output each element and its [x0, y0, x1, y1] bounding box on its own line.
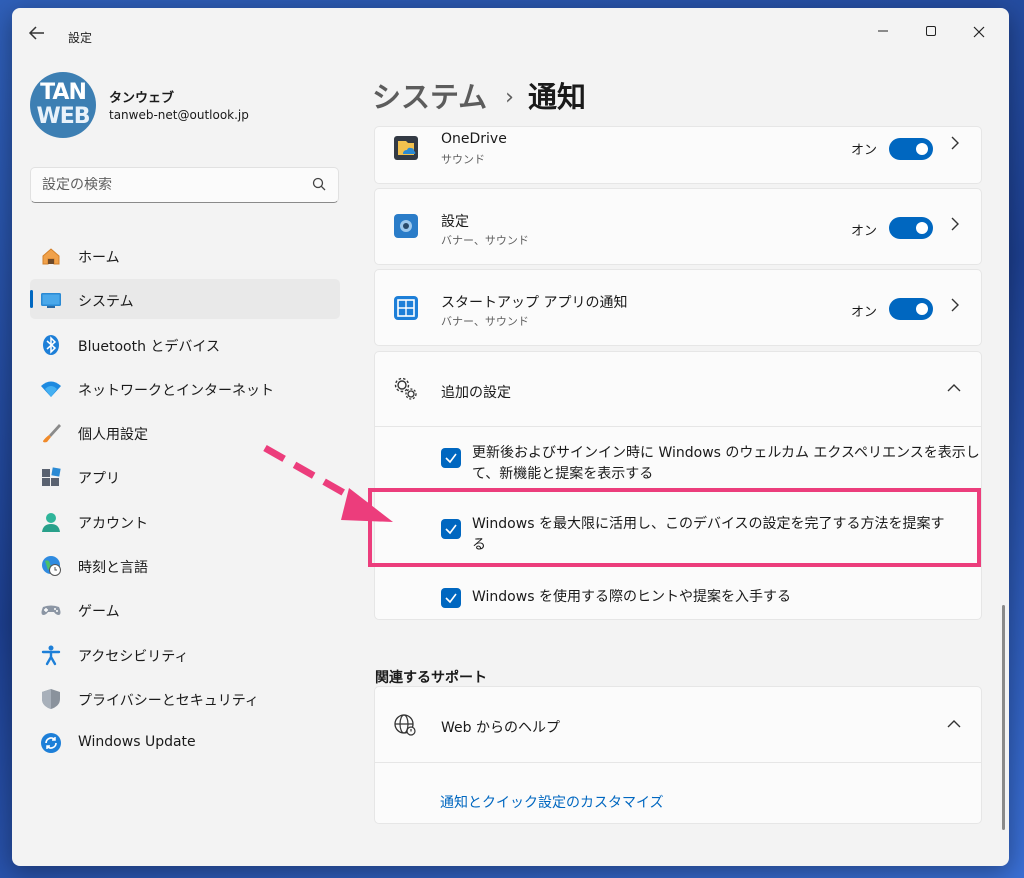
user-name: タンウェブ — [109, 91, 175, 106]
startup-apps-icon — [393, 295, 419, 321]
app-name: スタートアップ アプリの通知 — [441, 295, 628, 311]
tips-suggestions-checkbox[interactable] — [441, 588, 461, 608]
page-title: 通知 — [527, 80, 586, 114]
minimize-button[interactable] — [860, 16, 906, 50]
chevron-up-icon[interactable] — [947, 378, 961, 397]
toggle-state-label: オン — [851, 224, 878, 239]
system-icon — [40, 289, 62, 311]
brush-icon — [40, 422, 62, 444]
highlight-box — [368, 488, 981, 567]
startup-apps-toggle[interactable] — [889, 298, 933, 320]
checkbox-label: 更新後およびサインイン時に Windows のウェルカム エクスペリエンスを表示… — [472, 443, 980, 485]
chevron-right-icon[interactable] — [950, 297, 960, 316]
checkbox-label-line: て、新機能と提案を表示する — [472, 466, 654, 482]
chevron-up-icon[interactable] — [947, 714, 961, 733]
dashed-arrow-icon — [263, 444, 393, 522]
sidebar-item-label: Windows Update — [78, 734, 196, 751]
search-box[interactable] — [30, 167, 339, 203]
customize-notifications-link[interactable]: 通知とクイック設定のカスタマイズ — [440, 792, 664, 812]
sidebar-item-gaming[interactable]: ゲーム — [30, 589, 340, 629]
avatar-logo-line1: TAN — [40, 80, 87, 105]
breadcrumb-separator: › — [505, 85, 514, 110]
sidebar-item-label: 時刻と言語 — [78, 560, 148, 577]
checkbox-label-line: 更新後およびサインイン時に Windows のウェルカム エクスペリエンスを表示… — [472, 445, 980, 461]
sidebar-item-windows-update[interactable]: Windows Update — [30, 722, 340, 762]
app-notification-type: サウンド — [441, 153, 485, 166]
sidebar-item-label: システム — [78, 294, 134, 311]
sidebar-item-label: アカウント — [78, 515, 148, 532]
web-help-header[interactable]: Web からのヘルプ — [375, 687, 981, 763]
sidebar-item-label: アプリ — [78, 471, 120, 488]
app-notification-type: バナー、サウンド — [441, 234, 529, 247]
scrollbar[interactable] — [1002, 605, 1005, 830]
settings-gear-icon — [393, 213, 419, 239]
title-bar: 設定 — [12, 8, 1009, 48]
sidebar-item-time-language[interactable]: 時刻と言語 — [30, 545, 340, 585]
breadcrumb: システム › 通知 — [372, 74, 586, 116]
avatar-logo-line2: WEB — [36, 104, 90, 129]
app-title: 設定 — [68, 31, 93, 45]
welcome-experience-checkbox[interactable] — [441, 448, 461, 468]
web-help-title: Web からのヘルプ — [441, 720, 560, 736]
home-icon — [40, 245, 62, 267]
onedrive-icon — [393, 135, 419, 161]
breadcrumb-parent[interactable]: システム — [372, 80, 487, 114]
onedrive-toggle[interactable] — [889, 138, 933, 160]
sidebar-item-system[interactable]: システム — [30, 279, 340, 320]
sidebar-item-privacy[interactable]: プライバシーとセキュリティ — [30, 678, 340, 718]
additional-settings-header[interactable]: 追加の設定 — [375, 352, 981, 427]
back-arrow-icon[interactable] — [28, 25, 50, 45]
accessibility-icon — [40, 644, 62, 666]
sidebar-item-label: ホーム — [78, 250, 120, 266]
gamepad-icon — [40, 599, 62, 621]
chevron-right-icon[interactable] — [950, 216, 960, 235]
app-notification-row-startup-apps[interactable]: スタートアップ アプリの通知 バナー、サウンド オン — [374, 269, 982, 346]
globe-icon — [393, 713, 419, 739]
settings-window: 設定 TAN WEB タンウェブ tanweb-net@outlook.jp ホ… — [12, 8, 1009, 866]
sidebar-item-label: アクセシビリティ — [78, 648, 189, 665]
search-input[interactable] — [42, 177, 292, 193]
sidebar-item-label: ゲーム — [78, 604, 120, 621]
sidebar-item-accessibility[interactable]: アクセシビリティ — [30, 634, 340, 674]
additional-settings-panel: 追加の設定 更新後およびサインイン時に Windows のウェルカム エクスペリ… — [374, 351, 982, 620]
settings-toggle[interactable] — [889, 217, 933, 239]
toggle-state-label: オン — [851, 143, 878, 158]
app-notification-row-settings[interactable]: 設定 バナー、サウンド オン — [374, 188, 982, 265]
sidebar-item-label: ネットワークとインターネット — [78, 382, 274, 399]
app-notification-type: バナー、サウンド — [441, 315, 529, 328]
update-icon — [40, 732, 62, 754]
close-button[interactable] — [956, 16, 1002, 50]
active-indicator — [30, 290, 33, 309]
related-support-heading: 関連するサポート — [375, 670, 487, 686]
chevron-right-icon[interactable] — [950, 135, 960, 154]
app-notification-row-onedrive[interactable]: OneDrive サウンド オン — [374, 126, 982, 184]
sidebar-item-network[interactable]: ネットワークとインターネット — [30, 368, 340, 408]
sidebar-item-label: Bluetooth とデバイス — [78, 338, 220, 355]
shield-icon — [40, 688, 62, 710]
search-icon[interactable] — [311, 176, 329, 194]
sidebar-item-label: プライバシーとセキュリティ — [78, 692, 259, 709]
time-language-icon — [40, 555, 62, 577]
gears-icon — [393, 376, 419, 402]
sidebar-item-home[interactable]: ホーム — [30, 235, 340, 275]
bluetooth-icon — [40, 334, 62, 356]
additional-settings-title: 追加の設定 — [441, 385, 511, 401]
checkbox-label: Windows を使用する際のヒントや提案を入手する — [472, 589, 791, 605]
account-icon — [40, 511, 62, 533]
maximize-button[interactable] — [908, 16, 954, 50]
wifi-icon — [40, 378, 62, 400]
sidebar-item-bluetooth[interactable]: Bluetooth とデバイス — [30, 324, 340, 364]
app-name: 設定 — [441, 214, 469, 230]
user-email: tanweb-net@outlook.jp — [109, 108, 249, 122]
app-name: OneDrive — [441, 131, 507, 147]
toggle-state-label: オン — [851, 305, 878, 320]
avatar[interactable]: TAN WEB — [30, 72, 96, 138]
apps-icon — [40, 466, 62, 488]
sidebar-item-label: 個人用設定 — [78, 427, 148, 444]
